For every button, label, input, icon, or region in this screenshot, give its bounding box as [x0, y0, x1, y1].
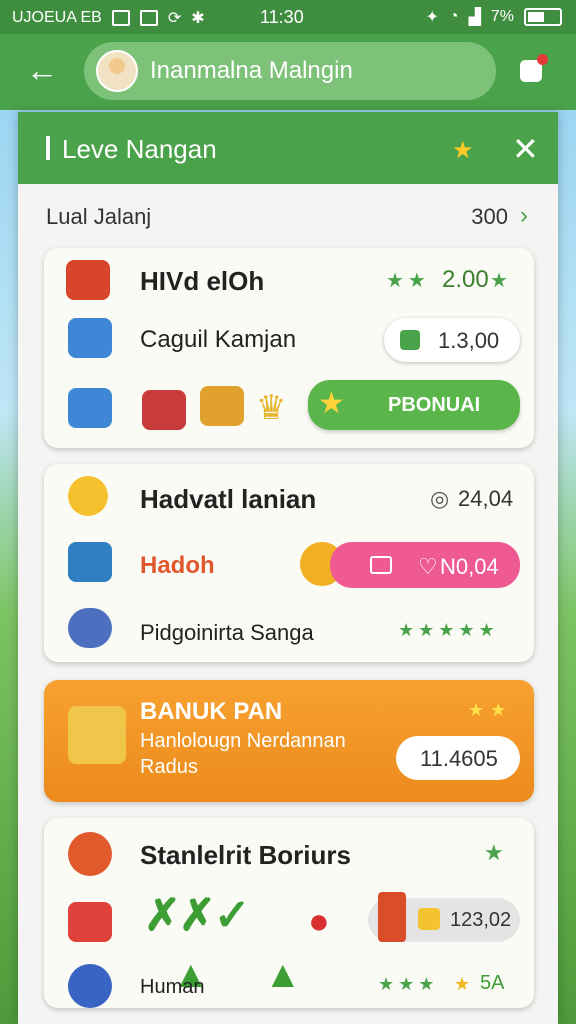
stars-icon: ★★	[468, 700, 513, 720]
gift-box-icon	[66, 260, 110, 300]
star-icon: ★	[318, 387, 345, 420]
settings-icon: ✱	[191, 10, 205, 27]
mascot-icon	[68, 832, 112, 876]
bonus-button[interactable]: ★ PBONUAI	[308, 380, 520, 430]
level-label: Lual Jalanj	[46, 204, 152, 229]
gold-star-icon: ★	[454, 974, 471, 994]
tool-icon	[68, 542, 112, 582]
reward-card-2: Hadvatl lanian ◎ 24,04 Hadoh ♡ N0,04 Pid…	[44, 464, 534, 662]
card2-value: 24,04	[458, 486, 514, 511]
bluetooth-icon: ✦	[425, 9, 439, 26]
battery-percent: 7%	[490, 8, 514, 25]
lemon-icon	[68, 476, 108, 516]
bonus-button-label: PBONUAI	[388, 394, 481, 416]
status-bar: UJOEUA EB ⟳ ✱ 11:30 ✦ ◔ ▟ 7%	[0, 0, 576, 34]
treasure-chest-icon	[68, 388, 112, 428]
card1-value-pill[interactable]: 1.3,00	[384, 318, 520, 362]
card4-title: Stanlelrit Boriurs	[140, 840, 351, 870]
present-icon	[68, 318, 112, 358]
bag-icon	[400, 330, 420, 350]
back-arrow-icon[interactable]: ←	[26, 52, 58, 88]
card4-row3-label: Human	[140, 976, 205, 998]
reward-card-4: Stanlelrit Boriurs ★ ✗✗✓ ● 123,02 ▲ ▲ Hu…	[44, 818, 534, 1008]
clock: 11:30	[260, 7, 304, 27]
dialog-header: Leve Nangan ★ ✕	[18, 112, 558, 184]
phone-icon	[378, 892, 406, 942]
battery-icon	[524, 8, 562, 26]
chest-gold-icon	[200, 386, 244, 426]
chest-icon	[142, 390, 186, 430]
bonus-pack-card[interactable]: BANUK PAN Hanlolougn Nerdannan Radus ★★ …	[44, 680, 534, 802]
signal-icon: ▟	[468, 9, 481, 26]
dialog-title: Leve Nangan	[62, 134, 217, 164]
clock-icon: ◎	[430, 486, 450, 511]
bonus-pack-subtitle: Hanlolougn Nerdannan	[140, 730, 346, 752]
star-icon: ★	[490, 270, 512, 292]
title-marker	[46, 136, 50, 160]
coin-bag-icon	[418, 908, 440, 930]
chat-icon[interactable]	[520, 54, 548, 82]
card2-value-pill[interactable]: ♡ N0,04	[330, 542, 520, 588]
wifi-icon: ◔	[448, 8, 459, 25]
bonus-pack-value-pill[interactable]: 11.4605	[396, 736, 520, 780]
app-header: ← Inanmalna Malngin	[0, 34, 576, 110]
rating-stars-icon: ★★★★★	[398, 620, 499, 640]
carrier-label: UJOEUA EB	[12, 9, 102, 26]
card4-value: 123,02	[450, 909, 512, 931]
level-value: 300	[471, 204, 508, 229]
heart-icon: ♡	[418, 554, 438, 579]
star-icon: ★	[484, 840, 508, 865]
profile-title-pill[interactable]: Inanmalna Malngin	[84, 42, 496, 100]
card1-row2-label: Caguil Kamjan	[140, 326, 297, 353]
card4-row3-value: 5A	[480, 972, 505, 994]
card1-value: 2.00	[442, 266, 489, 293]
card2-row2-label: Hadoh	[140, 552, 215, 579]
level-row[interactable]: Lual Jalanj 300 ›	[46, 202, 528, 232]
puzzle-box-icon	[68, 706, 126, 764]
level-dialog: Leve Nangan ★ ✕ Lual Jalanj 300 › HIVd e…	[18, 112, 558, 1024]
reward-card-1: HIVd elOh ★★ 2.00 ★ Caguil Kamjan 1.3,00…	[44, 248, 534, 448]
notification-icon	[111, 10, 130, 26]
close-icon[interactable]: ✕	[512, 130, 539, 168]
card1-title: HIVd elOh	[140, 266, 265, 296]
star-icon: ★	[452, 137, 474, 164]
up-arrow-icon-2[interactable]: ▲	[264, 954, 302, 997]
card2-row3-label: Pidgoinirta Sanga	[140, 620, 314, 645]
card1-row2-value: 1.3,00	[438, 328, 500, 353]
card4-value-pill[interactable]: 123,02	[368, 892, 520, 942]
stars-icon: ★★	[386, 270, 430, 292]
image-icon	[139, 10, 158, 26]
disc-icon	[68, 608, 112, 648]
avatar[interactable]	[96, 50, 138, 92]
apple-icon: ●	[308, 900, 330, 941]
bonus-pack-title: BANUK PAN	[140, 698, 283, 725]
card2-row2-value: N0,04	[440, 554, 499, 579]
stars-icon: ★★★	[378, 974, 439, 994]
no-entry-icon	[68, 964, 112, 1008]
card-icon	[370, 556, 392, 574]
bonus-pack-value: 11.4605	[420, 746, 498, 771]
header-title: Inanmalna Malngin	[150, 57, 353, 84]
gift-icon	[68, 902, 112, 942]
chevron-right-icon[interactable]: ›	[520, 202, 528, 230]
card2-title: Hadvatl lanian	[140, 484, 317, 514]
sync-icon: ⟳	[167, 10, 182, 27]
arrows-icon: ✗✗✓	[144, 891, 251, 940]
trophy-icon: ♛	[256, 389, 287, 427]
bonus-pack-subtitle-2: Radus	[140, 756, 198, 778]
